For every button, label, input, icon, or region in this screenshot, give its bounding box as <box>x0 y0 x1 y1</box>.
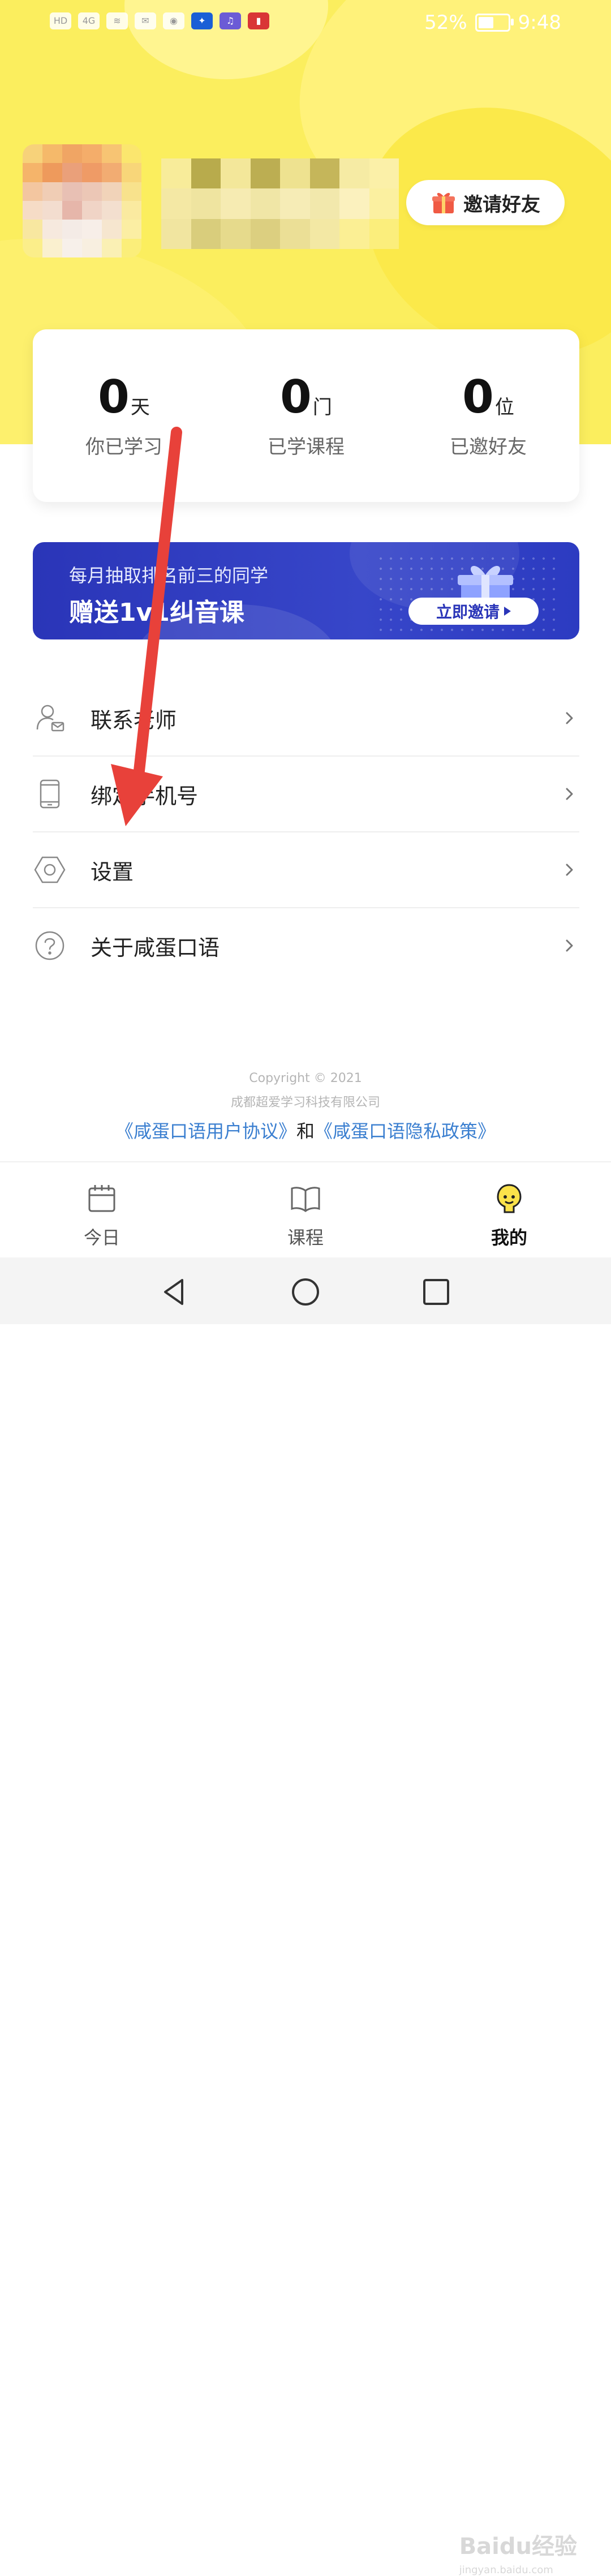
stat-unit: 门 <box>312 396 332 419</box>
tab-courses[interactable]: 课程 <box>204 1162 407 1259</box>
baidu-watermark: Baidu经验 jingyan.baidu.com <box>459 2534 577 2576</box>
settings-hexagon-icon <box>34 856 66 883</box>
banner-subtitle: 每月抽取排名前三的同学 <box>69 565 269 586</box>
stat-unit: 天 <box>130 396 150 419</box>
book-app-icon: ▮ <box>248 12 269 29</box>
chevron-right-icon <box>566 712 573 724</box>
system-navigation-bar: Baidu经验 jingyan.baidu.com <box>0 1257 611 2576</box>
invite-friends-button[interactable]: 邀请好友 <box>406 180 565 225</box>
stat-friends-invited: 0 位 已邀好友 <box>397 329 579 502</box>
signal-icon: 4G <box>78 12 100 29</box>
menu-item-about[interactable]: 关于咸蛋口语 <box>33 908 579 983</box>
clock: 9:48 <box>518 11 561 34</box>
calendar-icon <box>88 1185 115 1212</box>
invite-friends-label: 邀请好友 <box>463 193 540 216</box>
open-book-icon <box>291 1187 320 1212</box>
hd-icon: HD <box>50 12 71 29</box>
menu-item-contact-teacher[interactable]: 联系老师 <box>33 681 579 757</box>
bulb-app-icon: ✦ <box>191 12 213 29</box>
learning-stats-card: 0 天 你已学习 0 门 已学课程 0 位 已邀好友 <box>33 329 579 502</box>
bottom-tab-bar: 今日 课程 我的 <box>0 1161 611 1259</box>
menu-item-label: 联系老师 <box>91 707 177 733</box>
stat-courses-learned: 0 门 已学课程 <box>215 329 397 502</box>
battery-icon <box>475 14 514 32</box>
stat-label: 已学课程 <box>268 436 345 458</box>
invite-now-label: 立即邀请 <box>436 603 500 621</box>
teacher-contact-icon <box>36 705 64 732</box>
mail-icon: ✉ <box>135 12 156 29</box>
username-blurred <box>161 158 399 249</box>
banner-title: 赠送1v1纠音课 <box>69 598 244 627</box>
tab-label: 我的 <box>490 1227 527 1248</box>
play-triangle-icon <box>504 607 511 616</box>
menu-item-label: 绑定手机号 <box>91 783 199 809</box>
menu-item-label: 关于咸蛋口语 <box>91 935 220 960</box>
invite-now-button[interactable]: 立即邀请 <box>408 598 539 625</box>
music-app-icon: ♫ <box>220 12 241 29</box>
chevron-right-icon <box>566 788 573 800</box>
stat-value: 0 <box>278 371 314 423</box>
tab-mine[interactable]: 我的 <box>407 1162 611 1259</box>
chevron-right-icon <box>566 939 573 952</box>
battery-percent: 52% <box>424 11 467 34</box>
tab-today[interactable]: 今日 <box>0 1162 204 1259</box>
invite-promo-banner[interactable]: 每月抽取排名前三的同学 赠送1v1纠音课 立即邀请 <box>33 542 579 639</box>
profile-menu: 联系老师 绑定手机号 设置 关于咸蛋口语 <box>33 681 579 983</box>
tab-label: 今日 <box>83 1227 120 1248</box>
gift-icon <box>432 192 455 213</box>
home-circle-icon[interactable] <box>290 1277 321 1307</box>
stat-value: 0 <box>96 371 132 423</box>
tab-label: 课程 <box>287 1227 324 1248</box>
stat-label: 你已学习 <box>85 436 162 458</box>
company-name: 成都超爱学习科技有限公司 <box>230 1096 380 1110</box>
stat-value: 0 <box>460 371 496 423</box>
recents-square-icon[interactable] <box>421 1277 451 1307</box>
app-notification-icon: ◉ <box>163 12 184 29</box>
stat-label: 已邀好友 <box>450 436 527 458</box>
menu-item-bind-phone[interactable]: 绑定手机号 <box>33 757 579 832</box>
stat-unit: 位 <box>494 396 514 419</box>
wifi-icon: ≋ <box>106 12 128 29</box>
stat-days-learned: 0 天 你已学习 <box>33 329 215 502</box>
back-triangle-icon[interactable] <box>160 1277 190 1307</box>
menu-item-settings[interactable]: 设置 <box>33 832 579 908</box>
privacy-policy-link[interactable]: 《咸蛋口语隐私政策》 <box>315 1120 496 1142</box>
phone-icon <box>40 779 60 809</box>
menu-item-label: 设置 <box>91 859 134 885</box>
avatar[interactable] <box>23 144 141 257</box>
chevron-right-icon <box>566 864 573 876</box>
user-agreement-link[interactable]: 《咸蛋口语用户协议》 <box>115 1120 296 1142</box>
legal-links: 《咸蛋口语用户协议》和《咸蛋口语隐私政策》 <box>0 1117 611 1143</box>
copyright-text: Copyright © 2021 <box>249 1071 362 1085</box>
status-bar: HD 4G ≋ ✉ ◉ ✦ ♫ ▮ 52% 9:48 <box>0 0 611 48</box>
help-circle-icon <box>35 931 64 960</box>
and-text: 和 <box>296 1120 315 1142</box>
mascot-profile-icon <box>497 1184 522 1213</box>
